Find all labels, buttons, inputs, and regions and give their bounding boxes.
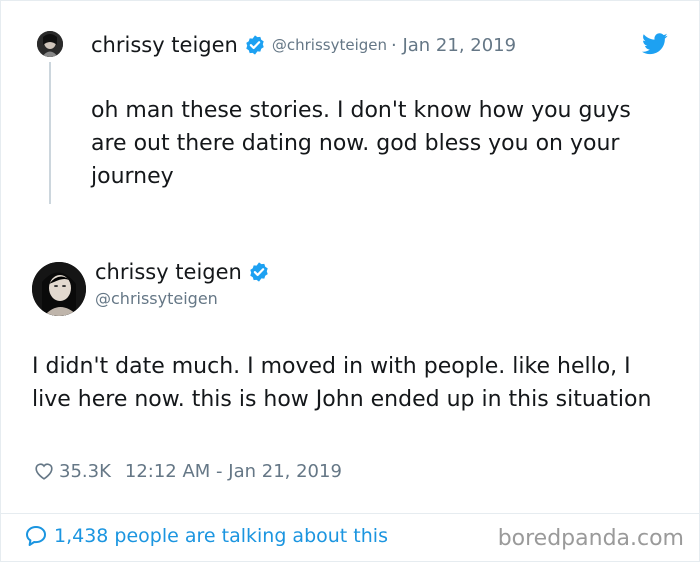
main-tweet-header: chrissy teigen <box>95 260 270 284</box>
verified-icon <box>246 35 264 55</box>
avatar-large[interactable] <box>32 262 86 316</box>
reply-tweet-header: chrissy teigen @chrissyteigen · Jan 21, … <box>91 30 516 60</box>
watermark: boredpanda.com <box>497 526 684 551</box>
heart-icon[interactable] <box>33 460 55 482</box>
speech-bubble-icon <box>26 526 46 546</box>
author-name[interactable]: chrissy teigen <box>91 33 238 57</box>
avatar[interactable] <box>37 31 63 57</box>
thread-connector <box>49 62 51 204</box>
like-count[interactable]: 35.3K <box>59 461 111 482</box>
conversation-label[interactable]: 1,438 people are talking about this <box>54 525 388 547</box>
reply-tweet-text: oh man these stories. I don't know how y… <box>91 98 631 189</box>
conversation-link[interactable]: 1,438 people are talking about this <box>24 524 388 548</box>
tweet-date[interactable]: · Jan 21, 2019 <box>391 35 516 56</box>
twitter-bird-icon[interactable] <box>642 33 668 55</box>
divider <box>1 513 699 514</box>
author-handle[interactable]: @chrissyteigen <box>272 36 387 54</box>
author-handle[interactable]: @chrissyteigen <box>95 289 218 308</box>
author-name[interactable]: chrissy teigen <box>95 260 242 284</box>
main-tweet-text: I didn't date much. I moved in with peop… <box>32 354 652 412</box>
verified-icon <box>250 262 268 282</box>
tweet-timestamp[interactable]: 12:12 AM - Jan 21, 2019 <box>125 461 342 482</box>
tweet-meta: 35.3K 12:12 AM - Jan 21, 2019 <box>33 460 342 482</box>
